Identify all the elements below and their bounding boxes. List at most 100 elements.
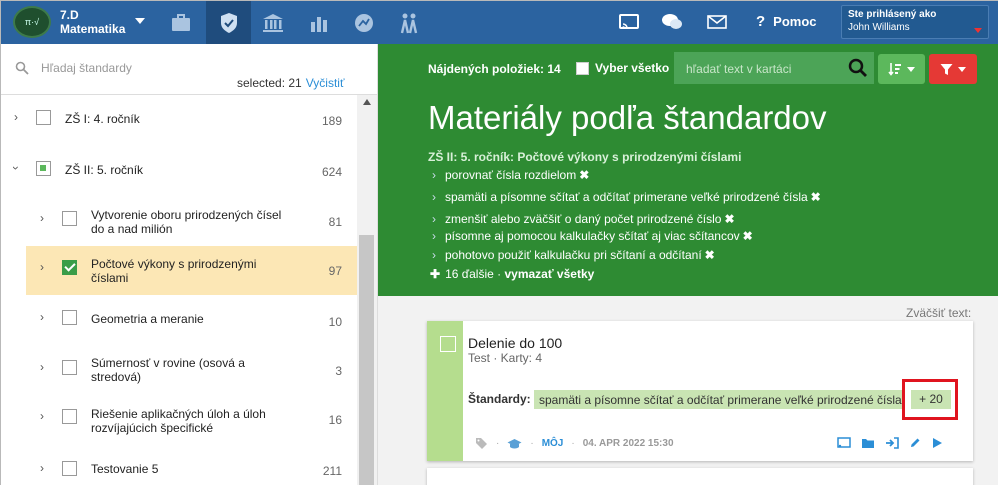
dot: · xyxy=(571,438,575,449)
chevron-right-icon[interactable]: › xyxy=(40,260,44,274)
card-search-input[interactable]: hľadať text v kartáci xyxy=(674,52,874,84)
card-checkbox[interactable] xyxy=(440,336,456,352)
checkbox[interactable] xyxy=(62,260,77,275)
standard-tag[interactable]: spamäti a písomne sčítať a odčítať prime… xyxy=(534,390,905,409)
remove-icon[interactable]: ✖ xyxy=(705,248,715,262)
chevron-right-icon[interactable]: › xyxy=(40,211,44,225)
standard-item[interactable]: › písomne aj pomocou kalkulačky sčítať aj… xyxy=(432,229,753,243)
search-icon xyxy=(15,61,29,75)
standard-item[interactable]: › porovnať čísla rozdielom ✖ xyxy=(432,168,589,182)
tree-item-zs1-4[interactable]: › ZŠ I: 4. ročník 189 xyxy=(1,103,357,133)
tree-item-label: Riešenie aplikačných úloh a úloh rozvíja… xyxy=(91,407,266,435)
graduation-cap-icon[interactable] xyxy=(507,438,522,450)
chevron-down-icon[interactable] xyxy=(135,18,145,24)
material-card[interactable]: Delenie do 100 Test · Karty: 4 Štandardy… xyxy=(427,321,973,461)
plus-icon[interactable]: ✚ xyxy=(430,267,440,281)
chevron-right-icon[interactable]: › xyxy=(40,461,44,475)
help-label: Pomoc xyxy=(773,14,817,29)
remove-icon[interactable]: ✖ xyxy=(724,212,734,226)
tag-icon[interactable] xyxy=(475,437,488,450)
chevron-right-icon[interactable]: › xyxy=(14,110,18,124)
graph-icon[interactable] xyxy=(341,1,386,44)
sort-button[interactable] xyxy=(878,54,925,84)
pencil-icon[interactable] xyxy=(909,437,921,449)
standard-item[interactable]: › spamäti a písomne sčítať a odčítať prim… xyxy=(432,190,821,204)
class-avatar[interactable]: π·√ xyxy=(13,6,51,38)
sign-in-icon[interactable] xyxy=(885,437,899,449)
tree-item-label: ZŠ I: 4. ročník xyxy=(65,112,140,126)
briefcase-icon[interactable] xyxy=(158,1,203,44)
institution-icon[interactable] xyxy=(250,1,295,44)
chat-icon[interactable] xyxy=(661,11,683,33)
material-card[interactable] xyxy=(427,468,973,485)
card-date: 04. APR 2022 15:30 xyxy=(582,438,674,449)
checkbox[interactable] xyxy=(62,211,77,226)
checkbox[interactable] xyxy=(36,110,51,125)
shield-icon[interactable] xyxy=(206,1,251,44)
found-count: Nájdených položiek: 14 xyxy=(428,62,561,76)
more-text: 16 ďalšie · xyxy=(445,267,502,281)
chevron-right-icon[interactable]: › xyxy=(40,360,44,374)
dot: · xyxy=(496,438,500,449)
search-icon[interactable] xyxy=(848,58,868,78)
standard-item[interactable]: › pohotovo použiť kalkulačku pri sčítaní … xyxy=(432,248,715,262)
chevron-right-icon: › xyxy=(432,168,436,182)
play-icon[interactable] xyxy=(931,437,943,449)
remove-icon[interactable]: ✖ xyxy=(579,168,589,182)
checkbox[interactable] xyxy=(36,161,51,176)
tree-item-count: 97 xyxy=(328,264,342,278)
tree-item-label: ZŠ II: 5. ročník xyxy=(65,163,144,177)
people-icon[interactable] xyxy=(386,1,431,44)
card-title[interactable]: Delenie do 100 xyxy=(468,335,562,351)
standard-label: spamäti a písomne sčítať a odčítať prime… xyxy=(445,190,808,204)
help-button[interactable]: ? Pomoc xyxy=(756,13,817,30)
select-all[interactable]: Vyber všetko xyxy=(576,61,669,75)
tree-item-sumernost[interactable]: › Súmernosť v rovine (osová a stredová) … xyxy=(1,350,357,392)
class-subject: Matematika xyxy=(60,22,126,36)
user-menu[interactable]: Ste prihlásený ako John Williams xyxy=(841,5,989,39)
standard-item[interactable]: › zmenšiť alebo zväčšiť o daný počet prir… xyxy=(432,212,735,226)
filter-button[interactable] xyxy=(929,54,977,84)
bar-chart-icon[interactable] xyxy=(296,1,341,44)
scroll-up-icon[interactable] xyxy=(363,99,371,105)
tree-item-label: Súmernosť v rovine (osová a stredová) xyxy=(91,356,245,384)
card-actions xyxy=(837,437,943,449)
zoom-text-label[interactable]: Zväčšiť text: xyxy=(906,306,971,320)
checkbox[interactable] xyxy=(62,461,77,476)
chevron-right-icon[interactable]: › xyxy=(40,409,44,423)
sidebar-scrollbar[interactable] xyxy=(357,95,377,485)
tree-item-riesenie[interactable]: › Riešenie aplikačných úloh a úloh rozví… xyxy=(1,400,357,442)
tree-item-count: 16 xyxy=(328,413,342,427)
tree-item-pocetne-vykony[interactable]: › Počtové výkony s prirodzenými číslami … xyxy=(26,246,357,295)
chevron-right-icon: › xyxy=(432,190,436,204)
mail-icon[interactable] xyxy=(706,11,728,33)
checkbox[interactable] xyxy=(62,360,77,375)
class-selector[interactable]: 7.D Matematika xyxy=(60,8,125,36)
tree-item-geometria[interactable]: › Geometria a meranie 10 xyxy=(1,302,357,336)
tree-item-count: 81 xyxy=(328,215,342,229)
cast-icon[interactable] xyxy=(837,437,851,449)
clear-link[interactable]: Vyčistiť xyxy=(306,76,345,90)
tree-item-label: Testovanie 5 xyxy=(91,462,159,476)
tree-item-label: Geometria a meranie xyxy=(91,312,204,326)
select-all-checkbox[interactable] xyxy=(576,61,589,75)
remove-icon[interactable]: ✖ xyxy=(743,229,753,243)
page-title: Materiály podľa štandardov xyxy=(428,99,827,136)
tree-item-testovanie[interactable]: › Testovanie 5 211 xyxy=(1,454,357,484)
tree-item-vytvorenie[interactable]: › Vytvorenie oboru prirodzených čísel do… xyxy=(1,202,357,242)
scrollbar-thumb[interactable] xyxy=(359,235,374,485)
tree-item-count: 211 xyxy=(322,464,342,478)
standards-label: Štandardy: xyxy=(468,392,531,406)
card-meta: · · MÔJ · 04. APR 2022 15:30 xyxy=(475,437,674,450)
cast-icon[interactable] xyxy=(618,11,640,33)
chevron-right-icon[interactable]: › xyxy=(40,310,44,324)
checkbox[interactable] xyxy=(62,310,77,325)
tree-item-zs2-5[interactable]: › ZŠ II: 5. ročník 624 xyxy=(1,155,357,185)
chevron-down-icon[interactable]: › xyxy=(9,166,23,170)
class-name: 7.D xyxy=(60,8,79,22)
card-subtitle: Test · Karty: 4 xyxy=(468,351,543,365)
clear-all-link[interactable]: vymazať všetky xyxy=(504,267,594,281)
checkbox[interactable] xyxy=(62,409,77,424)
folder-icon[interactable] xyxy=(861,437,875,449)
remove-icon[interactable]: ✖ xyxy=(811,190,821,204)
